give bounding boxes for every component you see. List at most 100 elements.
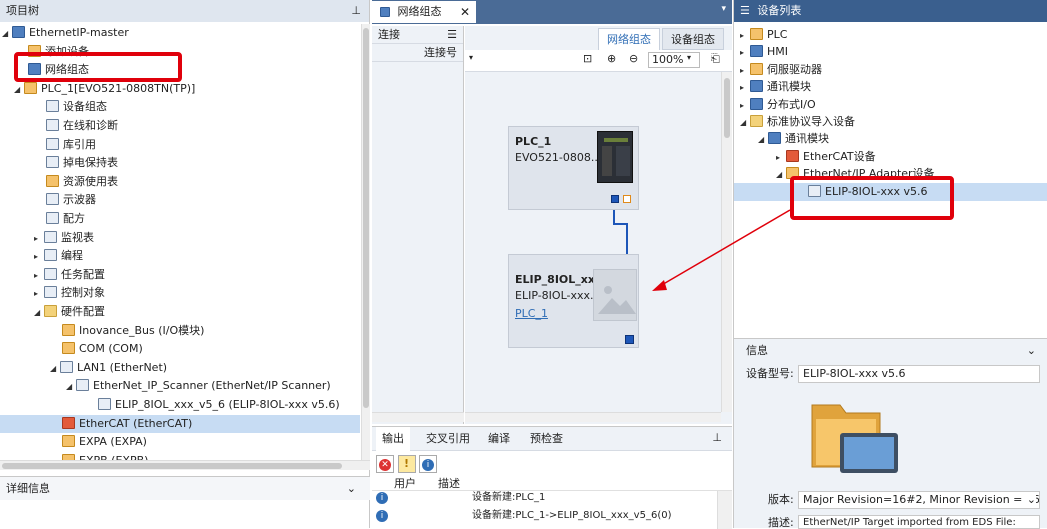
chevron-right-icon[interactable]: ▸ bbox=[34, 248, 44, 266]
output-tab[interactable]: 编译 bbox=[488, 427, 510, 451]
version-select[interactable]: Major Revision=16#2, Minor Revision = 16… bbox=[798, 491, 1040, 509]
info-filter-icon[interactable]: i bbox=[419, 455, 437, 473]
tree-item[interactable]: EtherCAT (EtherCAT) bbox=[0, 414, 360, 433]
chevron-right-icon[interactable]: ▸ bbox=[740, 44, 750, 62]
chevron-down-icon[interactable]: ◢ bbox=[14, 81, 24, 99]
list-icon[interactable]: ☰ bbox=[447, 26, 457, 44]
chevron-down-icon[interactable]: ◢ bbox=[776, 166, 786, 184]
tree-item[interactable]: 配方 bbox=[0, 210, 360, 228]
tree-item[interactable]: 掉电保持表 bbox=[0, 154, 360, 172]
chevron-right-icon[interactable]: ▸ bbox=[776, 149, 786, 167]
project-tree-header: 项目树 ⊥ bbox=[0, 0, 369, 22]
tree-item[interactable]: ▸ 监视表 bbox=[0, 229, 360, 247]
warning-filter-icon[interactable]: ! bbox=[397, 455, 416, 473]
network-canvas[interactable]: 网络组态 设备组态 ▾ ⊡ ⊕ ⊖ 100% ▾ ⎗ PLC_1 EVO521-… bbox=[465, 26, 732, 424]
chevron-right-icon[interactable]: ▸ bbox=[740, 27, 750, 45]
tree-item[interactable]: ◢ EtherNet_IP_Scanner (EtherNet/IP Scanne… bbox=[0, 377, 360, 395]
tree-item[interactable]: ELIP_8IOL_xxx_v5_6 (ELIP-8IOL-xxx v5.6) bbox=[0, 396, 360, 414]
device-tree-item[interactable]: ◢ 标准协议导入设备 bbox=[734, 113, 1047, 131]
detail-info-bar[interactable]: 详细信息 ⌄ bbox=[0, 476, 370, 500]
tree-item[interactable]: ◢ 硬件配置 bbox=[0, 303, 360, 321]
folder-icon bbox=[768, 132, 781, 145]
device-tree-item[interactable]: ▸ 伺服驱动器 bbox=[734, 61, 1047, 79]
tree-item[interactable]: Inovance_Bus (I/O模块) bbox=[0, 322, 360, 340]
device-tree-item[interactable]: ▸ HMI bbox=[734, 43, 1047, 61]
output-row[interactable]: i 设备新建:PLC_1 bbox=[372, 491, 717, 507]
output-tab[interactable]: 输出 bbox=[376, 427, 410, 451]
highlight-network-config bbox=[14, 52, 182, 82]
device-tree-label: PLC bbox=[767, 28, 788, 41]
tree-item[interactable]: 资源使用表 bbox=[0, 173, 360, 191]
device-model-value: ELIP-8IOL-xxx v5.6 bbox=[798, 365, 1040, 383]
tree-item[interactable]: EXPA (EXPA) bbox=[0, 433, 360, 451]
chevron-right-icon[interactable]: ▸ bbox=[34, 230, 44, 248]
chevron-down-icon[interactable]: ◢ bbox=[2, 25, 12, 43]
elip-device-card[interactable]: ELIP_8IOL_xx... ELIP-8IOL-xxx... PLC_1 bbox=[508, 254, 639, 348]
project-tree-panel: 项目树 ⊥ ◢ EthernetIP-master 添加设备 网络组态 ◢ PLC_1[E… bbox=[0, 0, 370, 528]
canvas-scrollbar[interactable] bbox=[721, 72, 732, 412]
info-header[interactable]: 信息 ⌄ bbox=[734, 339, 1047, 363]
tree-item[interactable]: ▸ 编程 bbox=[0, 247, 360, 265]
device-tree-label: 通讯模块 bbox=[785, 132, 829, 146]
list-icon: ☰ bbox=[740, 4, 750, 17]
chevron-down-icon[interactable]: ⌄ bbox=[1026, 492, 1036, 508]
device-tree-item[interactable]: ▸ 分布式I/O bbox=[734, 96, 1047, 114]
device-tree-item[interactable]: ◢ 通讯模块 bbox=[734, 130, 1047, 148]
chevron-down-icon[interactable]: ⌄ bbox=[1027, 339, 1036, 363]
task-config-icon bbox=[44, 267, 57, 280]
output-scrollbar[interactable] bbox=[717, 491, 732, 529]
tree-item[interactable]: EXPB (EXPB) bbox=[0, 452, 360, 460]
tree-item-label: 库引用 bbox=[63, 137, 96, 151]
tree-item[interactable]: ◢ LAN1 (EtherNet) bbox=[0, 359, 360, 377]
chevron-right-icon[interactable]: ▸ bbox=[740, 62, 750, 80]
tree-scrollbar[interactable] bbox=[361, 24, 370, 460]
tree-item[interactable]: ▸ 控制对象 bbox=[0, 284, 360, 302]
tree-item[interactable]: 库引用 bbox=[0, 136, 360, 154]
output-row-text: 设备新建:PLC_1 bbox=[472, 492, 546, 503]
device-tree-item[interactable]: ▸ PLC bbox=[734, 26, 1047, 44]
tree-hscrollbar[interactable] bbox=[0, 460, 370, 470]
version-row: 版本: bbox=[768, 491, 794, 509]
tree-item[interactable]: ◢ PLC_1[EVO521-0808TN(TP)] bbox=[0, 80, 360, 98]
chevron-down-icon[interactable]: ◢ bbox=[66, 378, 76, 396]
tree-item[interactable]: 设备组态 bbox=[0, 98, 360, 116]
device-list-title: 设备列表 bbox=[757, 4, 802, 17]
chevron-right-icon[interactable]: ▸ bbox=[740, 79, 750, 97]
chevron-down-icon[interactable]: ◢ bbox=[34, 304, 44, 322]
output-tab[interactable]: 预检查 bbox=[530, 427, 563, 451]
version-value: Major Revision=16#2, Minor Revision = 16… bbox=[803, 493, 1040, 506]
chevron-right-icon[interactable]: ▸ bbox=[34, 285, 44, 303]
close-icon[interactable]: ✕ bbox=[460, 1, 470, 23]
tab-network-config[interactable]: 网络组态 ✕ bbox=[372, 1, 476, 23]
error-filter-icon[interactable]: ✕ bbox=[376, 455, 394, 473]
chevron-right-icon[interactable]: ▸ bbox=[34, 267, 44, 285]
tree-item[interactable]: COM (COM) bbox=[0, 340, 360, 358]
tree-item[interactable]: ◢ EthernetIP-master bbox=[0, 24, 360, 42]
connection-column: 连接 ☰ 连接号 bbox=[372, 26, 464, 424]
tree-item-label: 配方 bbox=[63, 212, 85, 225]
chevron-down-icon[interactable]: ⌄ bbox=[347, 477, 356, 501]
elip-card-link[interactable]: PLC_1 bbox=[515, 307, 548, 320]
device-tree-item[interactable]: ▸ EtherCAT设备 bbox=[734, 148, 1047, 166]
desc-label: 描述: bbox=[768, 517, 794, 529]
output-row[interactable]: i 设备新建:PLC_1->ELIP_8IOL_xxx_v5_6(0) bbox=[372, 507, 717, 525]
output-filter-bar: ✕ ! i bbox=[376, 455, 437, 473]
connection-hscrollbar[interactable] bbox=[372, 412, 464, 422]
chevron-down-icon[interactable]: ◢ bbox=[758, 131, 768, 149]
output-tab[interactable]: 交叉引用 bbox=[426, 427, 470, 451]
chevron-down-icon[interactable]: ◢ bbox=[740, 114, 750, 132]
online-diag-icon bbox=[46, 119, 59, 131]
folder-icon bbox=[750, 28, 763, 40]
chevron-down-icon[interactable]: ◢ bbox=[50, 360, 60, 378]
pin-icon[interactable]: ⊥ bbox=[712, 431, 722, 444]
tree-item[interactable]: 示波器 bbox=[0, 191, 360, 209]
chevron-right-icon[interactable]: ▸ bbox=[740, 97, 750, 115]
canvas-hscrollbar[interactable] bbox=[465, 412, 721, 422]
ethernet-port-icon[interactable] bbox=[625, 335, 634, 344]
version-label: 版本: bbox=[768, 493, 794, 506]
tree-item[interactable]: ▸ 任务配置 bbox=[0, 266, 360, 284]
tab-menu-icon[interactable]: ▾ bbox=[721, 4, 726, 14]
pin-icon[interactable]: ⊥ bbox=[351, 0, 361, 22]
tree-item[interactable]: 在线和诊断 bbox=[0, 117, 360, 135]
device-tree-item[interactable]: ▸ 通讯模块 bbox=[734, 78, 1047, 96]
